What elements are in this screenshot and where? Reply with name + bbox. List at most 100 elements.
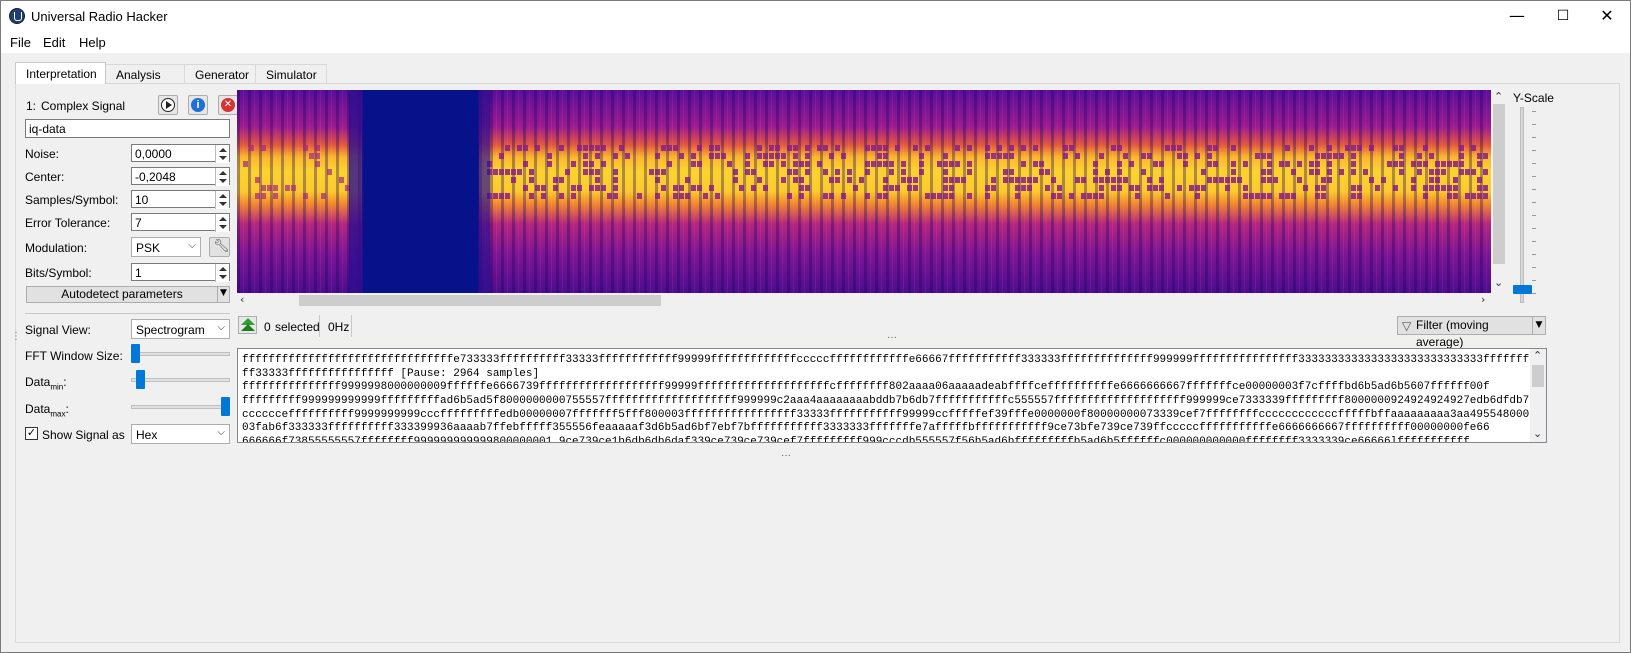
y-scale-tick xyxy=(1532,176,1536,177)
close-window-button[interactable]: ✕ xyxy=(1584,1,1630,31)
data-max-label: Datamax: xyxy=(25,402,69,419)
center-spin-arrows[interactable] xyxy=(215,168,229,186)
show-signal-as-value: Hex xyxy=(136,428,158,442)
hex-vertical-scrollbar[interactable]: ⌃ ⌄ xyxy=(1530,349,1546,442)
y-scale-slider[interactable] xyxy=(1520,107,1524,303)
modulation-label: Modulation: xyxy=(25,241,88,255)
urh-logo-icon xyxy=(9,8,25,24)
filter-button[interactable]: ▽ Filter (moving average) xyxy=(1397,316,1533,349)
autodetect-button[interactable]: Autodetect parameters xyxy=(26,286,218,303)
hex-line: fffffffffffffff9999998000000009ffffffe66… xyxy=(242,381,1490,393)
sps-spin-arrows[interactable] xyxy=(215,191,229,209)
error-tolerance-spinbox[interactable]: 7 xyxy=(131,213,230,232)
scrollbar-thumb[interactable] xyxy=(1532,365,1544,387)
bits-per-symbol-spinbox[interactable]: 1 xyxy=(131,263,230,282)
menu-file[interactable]: File xyxy=(10,35,31,50)
y-scale-tick xyxy=(1532,150,1536,151)
selection-frequency: 0Hz xyxy=(328,320,350,334)
close-signal-button[interactable]: ✕ xyxy=(218,95,238,115)
scrollbar-thumb[interactable] xyxy=(299,295,661,306)
autodetect-menu-button[interactable]: ▼ xyxy=(217,286,230,303)
bits-spin-arrows[interactable] xyxy=(215,264,229,282)
spectrogram-pause-gap xyxy=(362,90,479,293)
zoom-to-selection-button[interactable] xyxy=(238,316,257,334)
spectrogram-svg xyxy=(237,90,1491,293)
spectrogram-view[interactable] xyxy=(237,90,1491,293)
play-button[interactable] xyxy=(158,95,178,115)
y-scale-slider-handle[interactable] xyxy=(1513,285,1532,294)
modulation-settings-button[interactable]: 🔧︎ xyxy=(209,237,230,257)
y-scale-label: Y-Scale xyxy=(1513,91,1554,105)
samples-per-symbol-value: 10 xyxy=(135,193,149,207)
data-min-label: Datamin: xyxy=(25,375,67,392)
tab-generator[interactable]: Generator xyxy=(184,64,256,84)
error-tolerance-label: Error Tolerance: xyxy=(25,216,111,230)
bits-per-symbol-label: Bits/Symbol: xyxy=(25,266,92,280)
fft-window-slider[interactable] xyxy=(131,352,230,356)
y-scale-tick xyxy=(1532,215,1536,216)
selected-count: 0 xyxy=(264,320,271,334)
scroll-down-arrow[interactable]: ⌄ xyxy=(1533,427,1542,440)
signal-view-select[interactable]: Spectrogram ⌵ xyxy=(131,319,230,339)
hex-line: fffffffff999999999999fffffffffad6b5ad5f8… xyxy=(242,395,1530,407)
splitter-handle-icon[interactable]: ··· xyxy=(887,332,897,343)
signal-view-value: Spectrogram xyxy=(136,323,205,337)
spectrogram-horizontal-scrollbar[interactable]: ‹ › xyxy=(237,293,1491,308)
protocol-hex-view[interactable]: ffffffffffffffffffffffffffffffffe733333f… xyxy=(237,348,1547,443)
y-scale-tick xyxy=(1532,228,1536,229)
tab-analysis[interactable]: Analysis xyxy=(105,64,185,84)
center-spinbox[interactable]: -0,2048 xyxy=(131,167,230,186)
y-scale-tick xyxy=(1532,124,1536,125)
signal-view-label: Signal View: xyxy=(25,323,91,337)
scroll-left-arrow[interactable]: ‹ xyxy=(240,293,244,306)
samples-per-symbol-spinbox[interactable]: 10 xyxy=(131,190,230,209)
tab-interpretation[interactable]: Interpretation xyxy=(15,62,106,84)
data-min-slider[interactable] xyxy=(131,378,230,382)
signal-name-input[interactable]: iq-data xyxy=(25,119,230,138)
scroll-down-arrow[interactable]: ⌄ xyxy=(1494,276,1503,289)
spectrogram-vertical-scrollbar[interactable]: ⌃ ⌄ xyxy=(1491,90,1507,293)
y-scale-tick xyxy=(1532,137,1536,138)
toolbar-divider xyxy=(319,315,320,337)
hex-line: 03fab6f333333ffffffffff333399936aaaab7ff… xyxy=(242,422,1490,434)
show-signal-label: Show Signal as xyxy=(42,428,125,442)
splitter-handle-icon[interactable]: ⋮ xyxy=(11,331,21,342)
y-scale-tick xyxy=(1532,111,1536,112)
tolerance-spin-arrows[interactable] xyxy=(215,214,229,232)
center-label: Center: xyxy=(25,170,65,184)
signal-title: Complex Signal xyxy=(41,99,126,113)
data-max-slider[interactable] xyxy=(131,405,230,409)
menu-edit[interactable]: Edit xyxy=(43,35,65,50)
funnel-icon: ▽ xyxy=(1402,319,1412,333)
modulation-select[interactable]: PSK ⌵ xyxy=(131,237,201,257)
signal-index: 1: xyxy=(26,99,37,113)
y-scale-tick xyxy=(1532,267,1536,268)
scroll-right-arrow[interactable]: › xyxy=(1481,293,1485,306)
y-scale-tick xyxy=(1532,254,1536,255)
y-scale-tick xyxy=(1532,163,1536,164)
maximize-button[interactable]: ☐ xyxy=(1540,1,1586,31)
error-tolerance-value: 7 xyxy=(135,216,142,230)
noise-spinbox[interactable]: 0,0000 xyxy=(131,144,230,163)
data-max-slider-handle[interactable] xyxy=(221,397,230,416)
show-signal-checkbox[interactable]: ✓ xyxy=(25,427,38,440)
filter-menu-button[interactable]: ▼ xyxy=(1532,316,1546,335)
window-title: Universal Radio Hacker xyxy=(31,9,168,24)
show-signal-as-select[interactable]: Hex ⌵ xyxy=(131,424,230,444)
fft-window-slider-handle[interactable] xyxy=(131,344,140,363)
scroll-up-arrow[interactable]: ⌃ xyxy=(1533,349,1542,362)
tab-simulator[interactable]: Simulator xyxy=(255,64,327,84)
splitter-handle-icon[interactable]: ··· xyxy=(781,450,791,461)
noise-spin-arrows[interactable] xyxy=(215,145,229,163)
minimize-button[interactable]: — xyxy=(1494,1,1540,31)
toolbar-divider xyxy=(351,315,352,337)
chevron-down-icon: ⌵ xyxy=(217,322,225,333)
y-scale-tick xyxy=(1532,293,1536,294)
divider xyxy=(25,313,230,314)
menu-help[interactable]: Help xyxy=(79,35,106,50)
app-window: Universal Radio Hacker — ☐ ✕ File Edit H… xyxy=(0,0,1631,653)
info-button[interactable]: i xyxy=(188,95,208,115)
data-min-slider-handle[interactable] xyxy=(136,370,145,389)
scrollbar-thumb[interactable] xyxy=(1493,104,1505,264)
scroll-up-arrow[interactable]: ⌃ xyxy=(1494,90,1503,103)
